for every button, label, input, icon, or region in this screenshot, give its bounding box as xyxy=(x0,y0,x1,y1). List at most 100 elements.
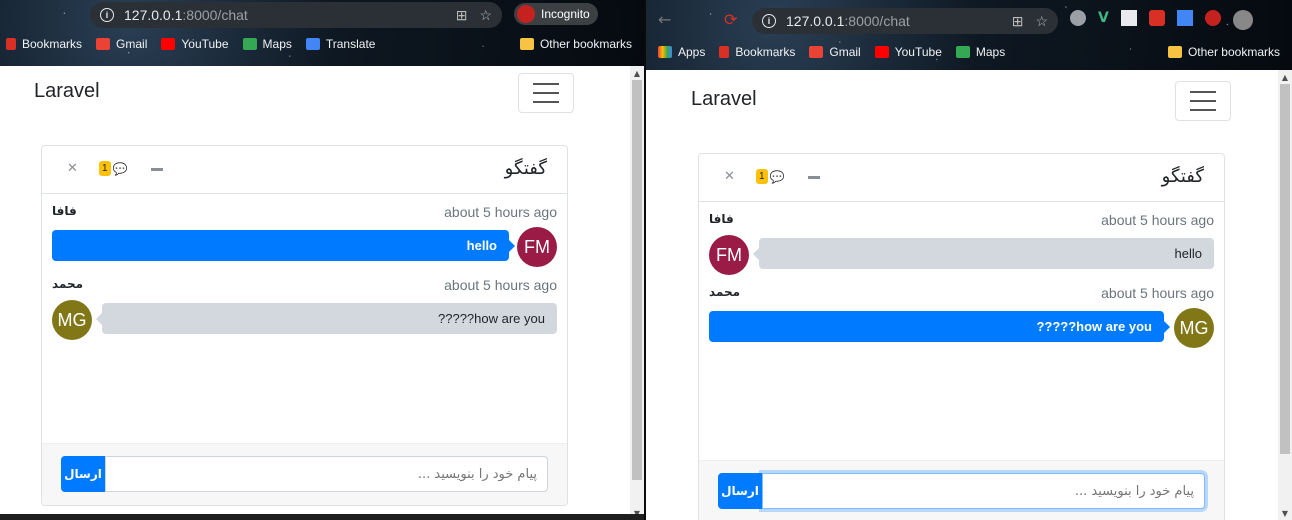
message-bubble: ?????how are you xyxy=(709,311,1170,342)
close-icon[interactable]: ✕ xyxy=(67,161,78,176)
bookmark-item[interactable]: Gmail xyxy=(96,37,147,51)
message-bubble: hello xyxy=(52,230,515,261)
url-path: :8000/chat xyxy=(844,13,910,29)
minimize-icon[interactable] xyxy=(808,176,820,179)
star-icon xyxy=(719,46,730,58)
bookmark-item[interactable]: Bookmarks xyxy=(6,37,82,51)
navbar-toggler-button[interactable] xyxy=(518,73,574,113)
message-text: ?????how are you xyxy=(1036,319,1152,334)
translate-icon xyxy=(305,38,320,50)
extension-icon[interactable] xyxy=(1148,10,1165,26)
url-host: 127.0.0.1 xyxy=(124,7,183,23)
chat-title: گفتگو xyxy=(1161,166,1204,187)
message-text: hello xyxy=(1174,246,1202,261)
reload-icon[interactable]: ⟳ xyxy=(724,10,737,29)
page-content: Laravel ✕ 1 💬 گفتگو فافا about 5 hours a… xyxy=(0,66,630,520)
navbar-brand[interactable]: Laravel xyxy=(34,80,100,103)
left-browser-window: i 127.0.0.1:8000/chat ⊞ ☆ Incognito Bookm… xyxy=(0,0,644,520)
apps-icon xyxy=(658,46,672,58)
translate-icon[interactable]: ⊞ xyxy=(456,7,468,24)
message-bubble: ?????how are you xyxy=(96,303,557,334)
avatar: MG xyxy=(1174,308,1214,348)
unread-count-badge: 1 xyxy=(99,161,111,176)
info-icon[interactable]: i xyxy=(762,14,776,28)
bookmark-item[interactable]: Maps xyxy=(955,45,1005,59)
navbar-toggler-button[interactable] xyxy=(1175,81,1231,121)
send-button[interactable]: ارسال xyxy=(61,456,105,492)
page-scrollbar[interactable]: ▲ ▼ xyxy=(1278,70,1292,520)
profile-avatar[interactable] xyxy=(1232,10,1253,30)
chat-card: ✕ 1 💬 گفتگو فافا about 5 hours ago FM he… xyxy=(698,153,1225,520)
incognito-indicator[interactable]: Incognito xyxy=(514,3,598,25)
message-text: ?????how are you xyxy=(438,311,545,326)
unread-indicator[interactable]: 1 💬 xyxy=(756,169,785,184)
navbar-brand[interactable]: Laravel xyxy=(691,88,757,111)
bookmark-item[interactable]: Bookmarks xyxy=(719,45,795,59)
bookmarks-bar: Bookmarks Gmail YouTube Maps Translate O… xyxy=(0,37,644,51)
browser-toolbar: ← ⟳ i 127.0.0.1:8000/chat ⊞ ☆ V Apps Book… xyxy=(646,0,1292,70)
page-content: Laravel ✕ 1 💬 گفتگو فافا about 5 hours a… xyxy=(646,70,1278,520)
bookmark-item[interactable]: Gmail xyxy=(809,45,861,59)
chat-card: ✕ 1 💬 گفتگو فافا about 5 hours ago hello… xyxy=(41,145,568,506)
bookmark-item[interactable]: Apps xyxy=(658,45,705,59)
message-meta: فافا about 5 hours ago xyxy=(709,212,1214,230)
right-browser-window: ← ⟳ i 127.0.0.1:8000/chat ⊞ ☆ V Apps Book… xyxy=(646,0,1292,520)
message-time: about 5 hours ago xyxy=(1101,285,1214,301)
browser-toolbar: i 127.0.0.1:8000/chat ⊞ ☆ Incognito Bookm… xyxy=(0,0,644,66)
info-icon[interactable]: i xyxy=(100,8,114,22)
page-scrollbar[interactable]: ▲ ▼ xyxy=(630,66,644,520)
message-username: محمد xyxy=(52,277,84,291)
message-username: محمد xyxy=(709,285,741,299)
unread-indicator[interactable]: 1 💬 xyxy=(99,161,128,176)
send-button[interactable]: ارسال xyxy=(718,473,762,509)
back-icon[interactable]: ← xyxy=(658,10,671,29)
gmail-icon xyxy=(809,46,824,58)
message-time: about 5 hours ago xyxy=(444,277,557,293)
bookmark-item[interactable]: YouTube xyxy=(874,45,942,59)
extension-icons: V xyxy=(1070,10,1253,30)
bookmark-item[interactable]: YouTube xyxy=(161,37,229,51)
message-meta: محمد about 5 hours ago xyxy=(52,277,557,295)
message-text: hello xyxy=(466,238,497,253)
chat-title: گفتگو xyxy=(504,158,547,179)
bookmark-item[interactable]: Translate xyxy=(305,37,375,51)
extension-icon[interactable] xyxy=(1204,10,1221,26)
message-meta: محمد about 5 hours ago xyxy=(709,285,1214,303)
maps-icon xyxy=(242,38,257,50)
translate-icon[interactable] xyxy=(1176,10,1193,26)
star-icon[interactable]: ☆ xyxy=(1035,13,1048,30)
chat-header: ✕ 1 💬 گفتگو xyxy=(699,154,1224,202)
extension-icon[interactable] xyxy=(1070,10,1086,26)
vue-icon[interactable]: V xyxy=(1098,10,1109,30)
extension-icon[interactable] xyxy=(1120,10,1137,26)
incognito-icon xyxy=(517,5,535,23)
gmail-icon xyxy=(96,38,111,50)
bookmark-item[interactable]: Maps xyxy=(242,37,292,51)
star-icon xyxy=(6,38,16,50)
message-username: فافا xyxy=(52,204,77,218)
bookmarks-bar: Apps Bookmarks Gmail YouTube Maps Other … xyxy=(646,45,1292,59)
message-time: about 5 hours ago xyxy=(1101,212,1214,228)
address-bar[interactable]: i 127.0.0.1:8000/chat ⊞ ☆ xyxy=(90,2,502,28)
avatar: FM xyxy=(709,235,749,275)
avatar: FM xyxy=(517,227,557,267)
message-input[interactable] xyxy=(105,456,548,492)
bookmark-item[interactable]: Other bookmarks xyxy=(1167,45,1280,59)
youtube-icon xyxy=(161,38,176,50)
address-bar[interactable]: i 127.0.0.1:8000/chat ⊞ ☆ xyxy=(752,8,1058,34)
url-path: :8000/chat xyxy=(182,7,248,23)
message-time: about 5 hours ago xyxy=(444,204,557,220)
folder-icon xyxy=(1167,46,1182,58)
bookmark-item[interactable]: Other bookmarks xyxy=(519,37,632,51)
terminal-strip xyxy=(0,514,644,520)
chat-footer: ارسال xyxy=(42,443,567,505)
star-icon[interactable]: ☆ xyxy=(479,7,492,24)
message-input[interactable] xyxy=(762,473,1205,509)
translate-icon[interactable]: ⊞ xyxy=(1012,13,1024,30)
unread-count-badge: 1 xyxy=(756,169,768,184)
folder-icon xyxy=(519,38,534,50)
avatar: MG xyxy=(52,300,92,340)
close-icon[interactable]: ✕ xyxy=(724,169,735,184)
url-host: 127.0.0.1 xyxy=(786,13,845,29)
minimize-icon[interactable] xyxy=(151,168,163,171)
